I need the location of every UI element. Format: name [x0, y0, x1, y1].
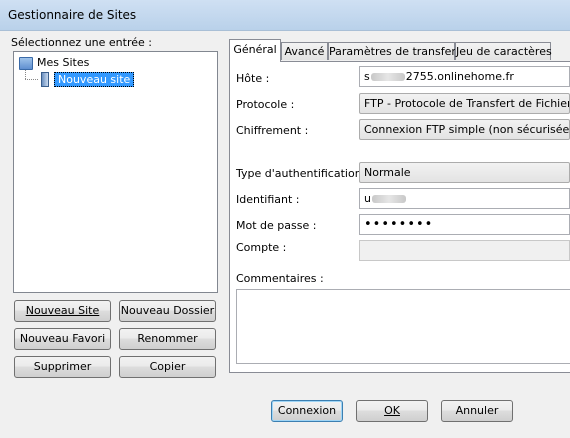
title-bar: Gestionnaire de Sites — [0, 0, 570, 31]
cancel-label: Annuler — [455, 404, 499, 417]
delete-label: Supprimer — [33, 360, 92, 373]
comments-textarea[interactable] — [236, 289, 570, 364]
tree-label: Sélectionnez une entrée : — [11, 36, 152, 49]
copy-button[interactable]: Copier — [119, 356, 216, 378]
connect-button[interactable]: Connexion — [271, 400, 343, 422]
protocol-select[interactable]: FTP - Protocole de Transfert de Fichiers — [359, 93, 570, 114]
host-input[interactable]: s 2755.onlinehome.fr — [359, 66, 570, 87]
encryption-select[interactable]: Connexion FTP simple (non sécurisée) — [359, 119, 570, 140]
tree-connector — [25, 70, 26, 79]
new-site-button[interactable]: Nouveau Site — [14, 300, 111, 322]
rename-button[interactable]: Renommer — [119, 328, 216, 350]
user-prefix: u — [364, 192, 371, 205]
redacted-block — [370, 73, 405, 81]
delete-button[interactable]: Supprimer — [14, 356, 111, 378]
account-input — [359, 240, 570, 261]
site-tree[interactable]: Mes Sites Nouveau site — [13, 51, 218, 293]
rename-label: Renommer — [137, 332, 198, 345]
redacted-block — [371, 195, 406, 203]
password-label: Mot de passe : — [236, 219, 317, 232]
folder-icon — [19, 57, 33, 70]
cancel-button[interactable]: Annuler — [441, 400, 513, 422]
new-folder-label: Nouveau Dossier — [120, 304, 215, 317]
server-icon — [41, 72, 49, 87]
ok-button[interactable]: OK — [356, 400, 428, 422]
tab-charset[interactable]: Jeu de caractères — [455, 42, 552, 60]
password-input[interactable]: •••••••• — [359, 214, 570, 235]
auth-type-select[interactable]: Normale — [359, 162, 570, 183]
tab-advanced[interactable]: Avancé — [281, 42, 328, 60]
host-prefix: s — [364, 70, 370, 83]
tree-item-new-site[interactable]: Nouveau site — [54, 72, 135, 87]
user-label: Identifiant : — [236, 193, 300, 206]
new-folder-button[interactable]: Nouveau Dossier — [119, 300, 216, 322]
new-bookmark-label: Nouveau Favori — [19, 332, 106, 345]
comments-label: Commentaires : — [236, 272, 324, 285]
host-suffix: 2755.onlinehome.fr — [405, 70, 514, 83]
auth-type-label: Type d'authentification : — [236, 167, 369, 180]
protocol-label: Protocole : — [236, 98, 295, 111]
window-title: Gestionnaire de Sites — [8, 8, 137, 22]
host-label: Hôte : — [236, 72, 270, 85]
account-label: Compte : — [236, 241, 287, 254]
connect-label: Connexion — [277, 404, 337, 417]
tab-transfer-settings[interactable]: Paramètres de transfert — [328, 42, 460, 60]
tree-connector-h — [25, 79, 38, 80]
ok-label: OK — [384, 404, 400, 417]
tab-general[interactable]: Général — [229, 39, 281, 62]
tree-item-root[interactable]: Mes Sites — [37, 56, 89, 69]
encryption-label: Chiffrement : — [236, 124, 309, 137]
user-input[interactable]: u — [359, 188, 570, 209]
new-bookmark-button[interactable]: Nouveau Favori — [14, 328, 111, 350]
copy-label: Copier — [149, 360, 186, 373]
new-site-label: Nouveau Site — [25, 304, 100, 317]
